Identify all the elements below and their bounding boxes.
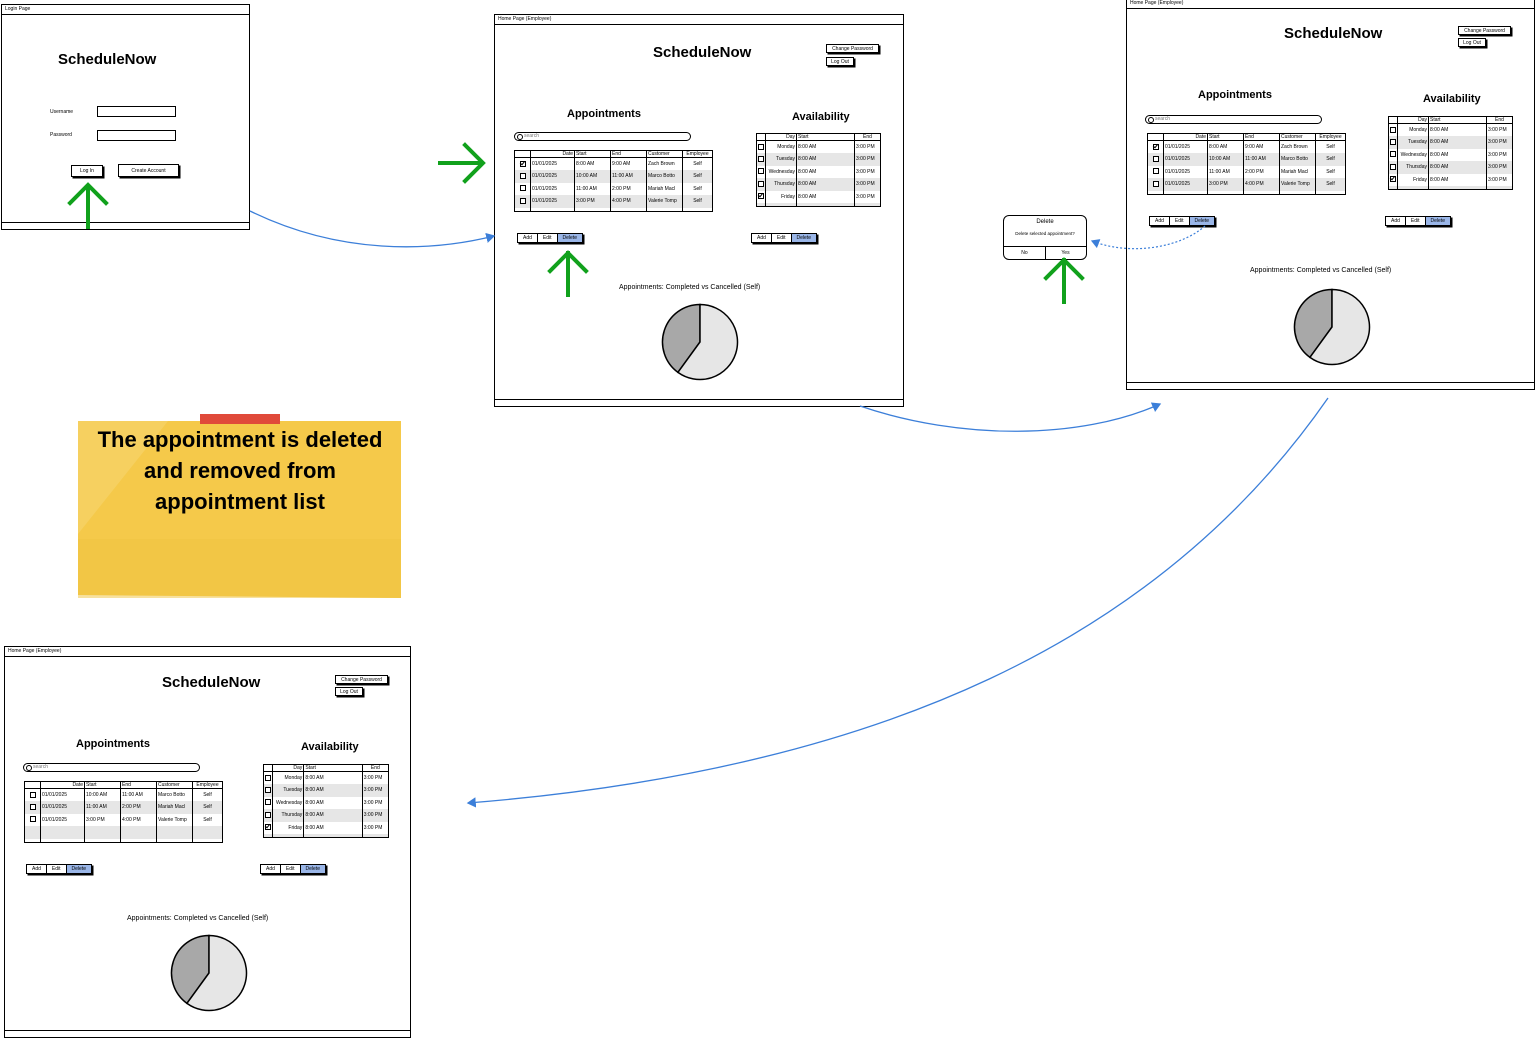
connector-delete-to-dialog xyxy=(1090,225,1206,250)
arrow-up-icon xyxy=(547,250,589,297)
flow-annotations xyxy=(67,142,1329,808)
connector-home2-to-home3 xyxy=(466,397,1329,808)
connector-home-to-home2 xyxy=(859,402,1162,432)
arrow-up-icon xyxy=(1043,257,1085,304)
arrow-right-icon xyxy=(438,142,486,184)
arrow-up-icon xyxy=(67,182,109,229)
connector-login-to-home xyxy=(249,210,496,248)
